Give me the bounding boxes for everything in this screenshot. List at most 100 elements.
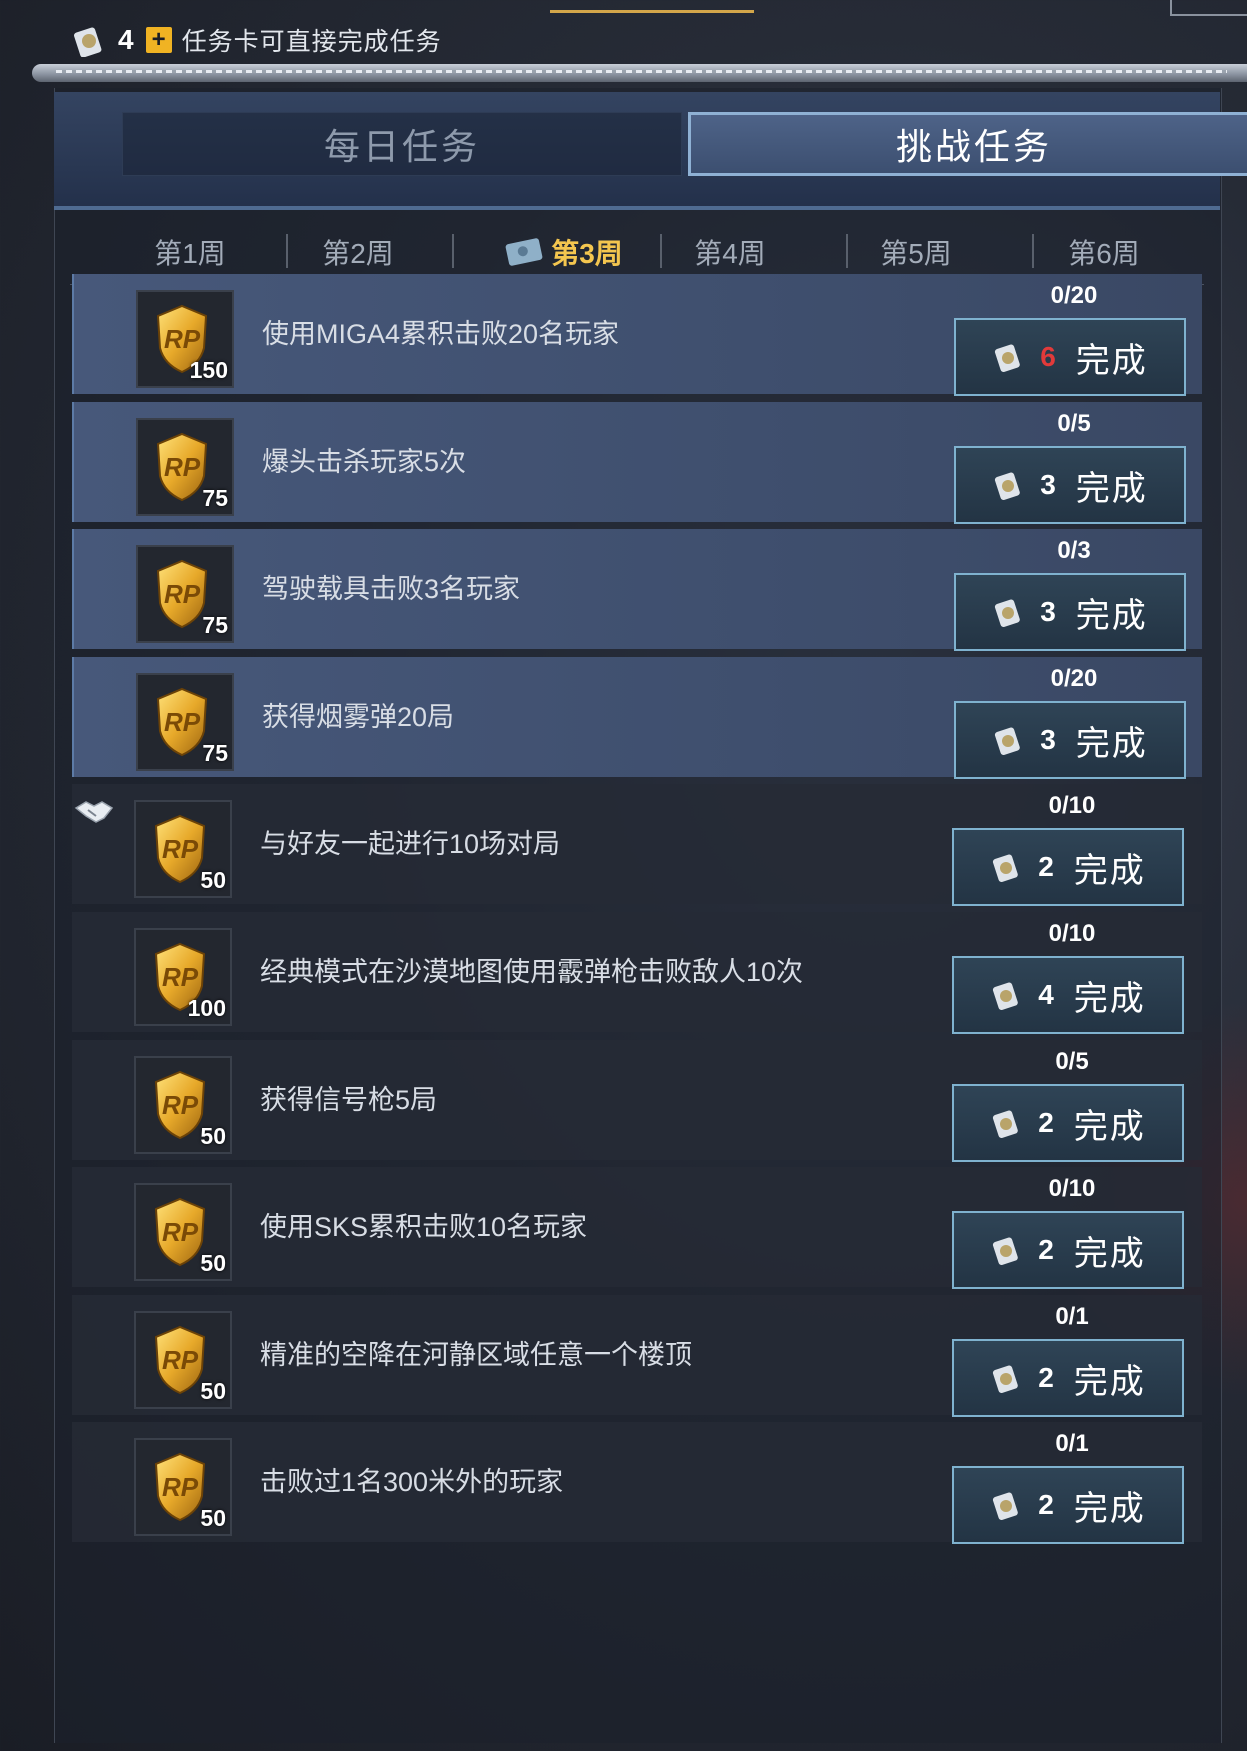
tab-challenge-tasks[interactable]: 挑战任务 xyxy=(688,112,1247,176)
complete-button[interactable]: 2 完成 xyxy=(952,1211,1184,1289)
complete-button[interactable]: 4 完成 xyxy=(952,956,1184,1034)
task-progress: 0/5 xyxy=(1057,410,1091,437)
svg-text:RP: RP xyxy=(162,962,199,992)
card-cost: 4 xyxy=(1038,979,1054,1010)
tab-week-4[interactable]: 第4周 xyxy=(670,232,790,272)
card-cost: 2 xyxy=(1038,1107,1054,1138)
task-title: 精准的空降在河静区域任意一个楼顶 xyxy=(260,1340,692,1370)
top-accent-line xyxy=(550,10,754,13)
week-label: 第1周 xyxy=(154,238,226,269)
top-bar: 4 + 任务卡可直接完成任务 xyxy=(0,0,1247,90)
complete-label: 完成 xyxy=(1075,341,1148,380)
task-row: RP 75 爆头击杀玩家5次 0/5 3 完成 xyxy=(72,402,1202,524)
complete-button[interactable]: 3 完成 xyxy=(954,446,1186,524)
reward-box: RP 75 xyxy=(136,418,234,516)
tab-week-6[interactable]: 第6周 xyxy=(1044,232,1164,272)
reward-amount: 50 xyxy=(200,1505,226,1531)
svg-text:RP: RP xyxy=(162,1472,199,1502)
task-row: RP 50 与好友一起进行10场对局 0/10 2 完成 xyxy=(72,784,1202,906)
task-progress: 0/1 xyxy=(1055,1303,1089,1330)
complete-button[interactable]: 6 完成 xyxy=(954,318,1186,396)
task-progress: 0/20 xyxy=(1050,282,1098,309)
complete-button[interactable]: 2 完成 xyxy=(952,1466,1184,1544)
task-progress: 0/3 xyxy=(1057,537,1091,564)
task-progress: 0/10 xyxy=(1048,1175,1096,1202)
card-cost: 6 xyxy=(1040,341,1056,372)
task-card-icon xyxy=(993,1237,1018,1265)
task-title: 获得烟雾弹20局 xyxy=(262,702,455,732)
task-card-icon xyxy=(995,472,1020,500)
svg-text:RP: RP xyxy=(164,324,201,354)
week-label: 第6周 xyxy=(1068,238,1140,269)
task-title: 获得信号枪5局 xyxy=(260,1085,438,1115)
tab-week-1[interactable]: 第1周 xyxy=(130,232,250,272)
complete-label: 完成 xyxy=(1073,1489,1146,1528)
complete-label: 完成 xyxy=(1073,1234,1146,1273)
tab-week-3[interactable]: 第3周 xyxy=(470,232,660,272)
task-card-icon xyxy=(993,854,1018,882)
card-cost: 2 xyxy=(1038,851,1054,882)
week-separator xyxy=(660,234,662,268)
reward-amount: 50 xyxy=(200,867,226,893)
task-card-icon xyxy=(995,727,1020,755)
complete-button[interactable]: 3 完成 xyxy=(954,701,1186,779)
reward-box: RP 50 xyxy=(134,1311,232,1409)
svg-text:RP: RP xyxy=(162,1090,199,1120)
reward-box: RP 75 xyxy=(136,545,234,643)
reward-box: RP 100 xyxy=(134,928,232,1026)
task-row: RP 50 获得信号枪5局 0/5 2 完成 xyxy=(72,1040,1202,1162)
task-card-icon xyxy=(993,1110,1018,1138)
card-cost: 3 xyxy=(1040,596,1056,627)
task-title: 经典模式在沙漠地图使用霰弹枪击败敌人10次 xyxy=(260,957,804,987)
tab-week-2[interactable]: 第2周 xyxy=(298,232,418,272)
complete-label: 完成 xyxy=(1073,851,1146,890)
reward-amount: 150 xyxy=(189,357,228,383)
reward-amount: 50 xyxy=(200,1378,226,1404)
task-card-icon xyxy=(995,599,1020,627)
add-task-card-button[interactable]: + xyxy=(145,27,172,53)
tabs-divider xyxy=(54,206,1220,210)
reward-amount: 50 xyxy=(200,1250,226,1276)
task-title: 使用MIGA4累积击败20名玩家 xyxy=(262,319,620,349)
reward-box: RP 50 xyxy=(134,800,232,898)
complete-button[interactable]: 3 完成 xyxy=(954,573,1186,651)
ornament-bar xyxy=(32,64,1247,82)
task-title: 与好友一起进行10场对局 xyxy=(260,829,561,859)
ticket-icon xyxy=(505,237,544,267)
complete-label: 完成 xyxy=(1073,1107,1146,1146)
week-separator xyxy=(286,234,288,268)
task-progress: 0/10 xyxy=(1048,920,1096,947)
complete-label: 完成 xyxy=(1075,469,1148,508)
card-cost: 3 xyxy=(1040,469,1056,500)
svg-text:RP: RP xyxy=(164,579,201,609)
complete-button[interactable]: 2 完成 xyxy=(952,828,1184,906)
svg-text:RP: RP xyxy=(162,1217,199,1247)
tab-daily-tasks[interactable]: 每日任务 xyxy=(122,112,682,176)
reward-amount: 50 xyxy=(200,1123,226,1149)
week-label: 第4周 xyxy=(694,238,766,269)
complete-label: 完成 xyxy=(1073,1362,1146,1401)
complete-button[interactable]: 2 完成 xyxy=(952,1339,1184,1417)
task-title: 击败过1名300米外的玩家 xyxy=(260,1467,564,1497)
complete-button[interactable]: 2 完成 xyxy=(952,1084,1184,1162)
task-progress: 0/10 xyxy=(1048,792,1096,819)
top-right-frame xyxy=(1170,0,1247,16)
task-title: 爆头击杀玩家5次 xyxy=(262,447,467,477)
task-card-icon xyxy=(993,1492,1018,1520)
tab-week-5[interactable]: 第5周 xyxy=(856,232,976,272)
task-title: 使用SKS累积击败10名玩家 xyxy=(260,1212,588,1242)
card-cost: 3 xyxy=(1040,724,1056,755)
main-tabs: 每日任务 挑战任务 xyxy=(54,92,1247,210)
complete-label: 完成 xyxy=(1073,979,1146,1018)
task-card-icon xyxy=(74,27,102,57)
task-progress: 0/1 xyxy=(1055,1430,1089,1457)
reward-amount: 75 xyxy=(202,485,228,511)
week-separator xyxy=(452,234,454,268)
task-row: RP 75 驾驶载具击败3名玩家 0/3 3 完成 xyxy=(72,529,1202,651)
task-row: RP 50 击败过1名300米外的玩家 0/1 2 完成 xyxy=(72,1422,1202,1544)
reward-box: RP 150 xyxy=(136,290,234,388)
svg-text:RP: RP xyxy=(162,834,199,864)
task-card-count: 4 xyxy=(118,24,134,55)
task-card-hint: 任务卡可直接完成任务 xyxy=(181,28,442,56)
task-title: 驾驶载具击败3名玩家 xyxy=(262,574,521,604)
